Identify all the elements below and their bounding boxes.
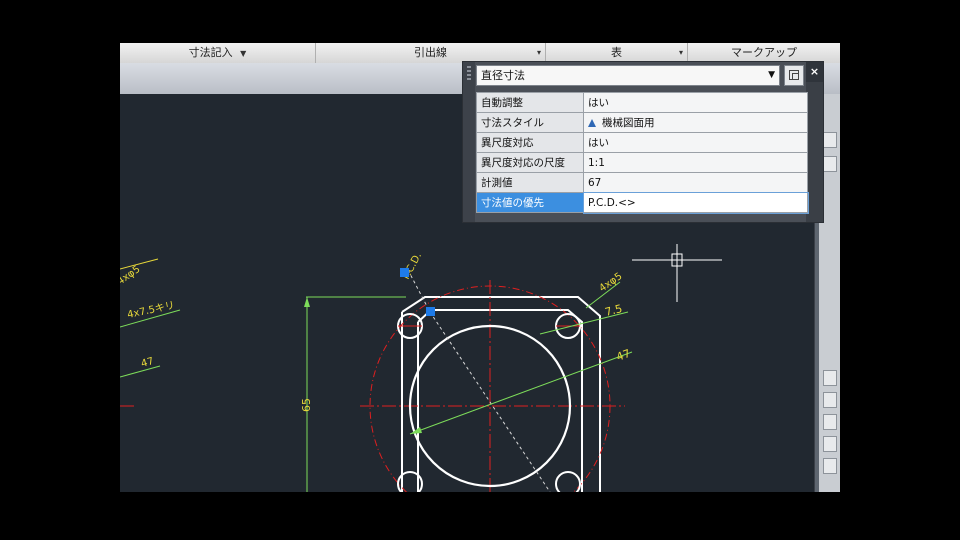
ribbon-group-leader[interactable]: 引出線 ▾ <box>316 43 546 63</box>
chevron-down-icon[interactable]: ▼ <box>768 66 775 85</box>
nav-button[interactable] <box>823 458 837 474</box>
property-row[interactable]: 寸法スタイル 機械図面用 <box>476 112 808 133</box>
dimstyle-triangle-icon <box>588 119 596 127</box>
settings-glyph <box>792 73 799 80</box>
ribbon-group-label: 引出線 <box>414 46 447 59</box>
property-value-cell[interactable]: 機械図面用 <box>583 112 808 133</box>
object-type-value: 直径寸法 <box>481 69 525 82</box>
panel-side-strip <box>806 82 823 222</box>
property-key: 寸法スタイル <box>476 112 584 133</box>
object-type-select[interactable]: 直径寸法 ▼ <box>476 65 780 86</box>
nav-button[interactable] <box>823 414 837 430</box>
hole-callout-text: 4xφ5 <box>597 271 624 294</box>
property-row[interactable]: 自動調整 はい <box>476 92 808 113</box>
crosshair-cursor <box>632 244 722 302</box>
grip-square[interactable] <box>426 307 435 316</box>
chevron-down-icon: ▾ <box>536 48 541 57</box>
dimension-line <box>409 351 633 435</box>
hole-callout-text: 4xφ5 <box>120 264 142 287</box>
grip-square[interactable] <box>400 268 409 277</box>
vertical-dimension-65: 65 <box>300 296 406 492</box>
bolt-hole <box>555 471 581 492</box>
property-key: 計測値 <box>476 172 584 193</box>
nav-button[interactable] <box>823 436 837 452</box>
property-value[interactable]: 67 <box>583 172 808 193</box>
dimension-text: 65 <box>300 398 313 412</box>
property-row[interactable]: 計測値 67 <box>476 172 808 193</box>
flange-part <box>360 280 625 492</box>
arrowhead <box>410 427 422 434</box>
close-icon[interactable]: × <box>806 62 823 82</box>
bore-diameter-dimension: 47 <box>409 347 633 435</box>
ribbon-group-markup[interactable]: マークアップ <box>688 43 840 63</box>
left-partial-drawing: 4xφ5 4x7.5キリ 47 <box>120 258 181 407</box>
ribbon-group-label: 寸法記入 <box>188 46 233 59</box>
properties-table: 自動調整 はい 寸法スタイル 機械図面用 異尺度対応 はい 異尺度対応の尺度 1… <box>476 92 809 214</box>
property-key: 異尺度対応の尺度 <box>476 152 584 173</box>
property-value[interactable]: 1:1 <box>583 152 808 173</box>
ribbon-group-table[interactable]: 表 ▾ <box>546 43 688 63</box>
nav-button[interactable] <box>823 370 837 386</box>
dimension-text: 7.5 <box>604 302 624 319</box>
property-key: 自動調整 <box>476 92 584 113</box>
ribbon-group-label: マークアップ <box>731 46 797 59</box>
customize-settings-icon[interactable] <box>784 65 804 86</box>
quick-properties-panel: 直径寸法 ▼ × 自動調整 はい 寸法スタイル 機械図面用 異尺度対応 はい 異… <box>462 61 824 223</box>
dimension-text: 47 <box>615 347 633 364</box>
property-key: 寸法値の優先 <box>476 192 584 213</box>
chevron-down-icon: ▼ <box>240 49 247 58</box>
nav-button[interactable] <box>823 156 837 172</box>
property-value: 機械図面用 <box>602 117 655 129</box>
text-override-input[interactable]: P.C.D.<> <box>582 191 809 214</box>
property-value[interactable]: はい <box>583 92 808 113</box>
ribbon-group-label: 表 <box>611 46 622 59</box>
nav-button[interactable] <box>823 132 837 148</box>
ribbon-group-dimension[interactable]: 寸法記入 ▼ <box>120 43 316 63</box>
panel-grip-handle[interactable] <box>463 62 475 222</box>
dimension-line <box>120 365 161 378</box>
property-row[interactable]: 異尺度対応の尺度 1:1 <box>476 152 808 173</box>
nav-button[interactable] <box>823 392 837 408</box>
autocad-window: 寸法記入 ▼ 引出線 ▾ 表 ▾ マークアップ 4xφ5 4x7.5キリ 47 <box>120 0 840 540</box>
property-row-selected[interactable]: 寸法値の優先 P.C.D.<> <box>476 191 809 214</box>
arrowhead <box>304 297 310 307</box>
leader-line <box>120 258 159 270</box>
property-value[interactable]: はい <box>583 132 808 153</box>
bottom-letterbox <box>120 492 840 540</box>
property-row[interactable]: 異尺度対応 はい <box>476 132 808 153</box>
property-key: 異尺度対応 <box>476 132 584 153</box>
chevron-down-icon: ▾ <box>678 48 683 57</box>
